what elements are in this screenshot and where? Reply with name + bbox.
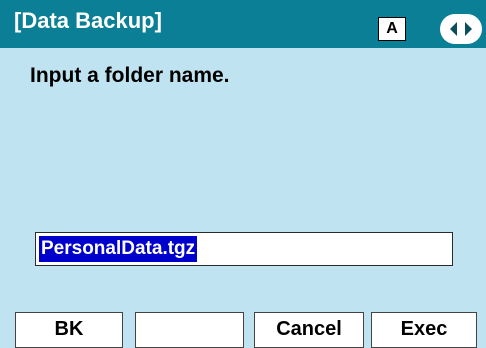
input-mode-badge: A <box>378 17 406 41</box>
folder-name-input[interactable]: PersonalData.tgz <box>35 232 453 266</box>
title-bar: [Data Backup] A <box>0 0 486 48</box>
left-right-arrows-icon[interactable] <box>440 14 482 44</box>
folder-name-value: PersonalData.tgz <box>39 236 198 262</box>
screen-title: [Data Backup] <box>14 8 162 33</box>
instruction-text: Input a folder name. <box>30 64 230 87</box>
